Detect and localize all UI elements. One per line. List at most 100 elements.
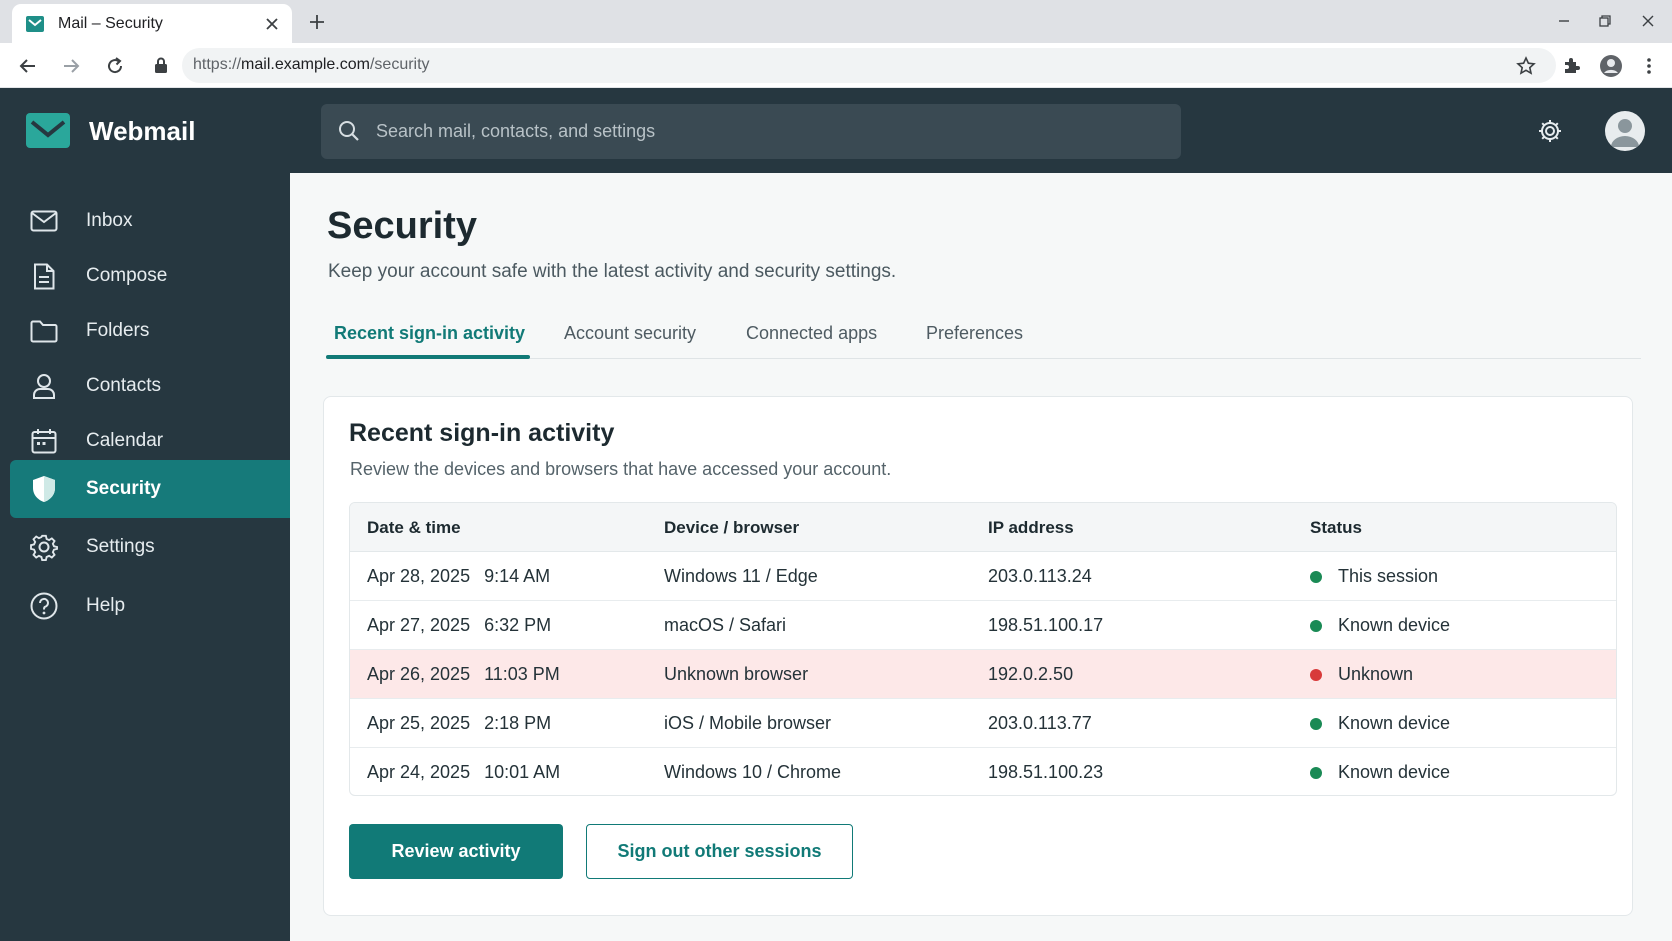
status-dot: [1310, 620, 1322, 632]
cell-ip: 198.51.100.17: [988, 615, 1104, 635]
sidebar-item-label: Inbox: [86, 210, 133, 231]
cell-datetime: Apr 24, 2025 10:01 AM: [367, 762, 561, 782]
column-header-status: Status: [1310, 518, 1362, 537]
restore-icon[interactable]: [1592, 8, 1618, 34]
sidebar-item-label: Compose: [86, 265, 168, 286]
sign-in-table: Date & time Device / browser IP address …: [349, 502, 1617, 796]
tab-connected-apps[interactable]: Connected apps: [746, 323, 877, 344]
tab-account-security[interactable]: Account security: [564, 323, 696, 344]
column-header-device: Device / browser: [664, 518, 800, 537]
browser-toolbar: https://mail.example.com/security: [0, 43, 1672, 88]
status-dot: [1310, 718, 1322, 730]
address-url[interactable]: https://mail.example.com/security: [193, 56, 430, 74]
sidebar-item-contacts[interactable]: Contacts: [10, 357, 290, 415]
column-header-ip: IP address: [988, 518, 1074, 537]
sidebar-item-inbox[interactable]: Inbox: [10, 192, 290, 250]
lock-icon[interactable]: [150, 54, 172, 76]
sidebar-item-label: Calendar: [86, 430, 164, 451]
sidebar-item-settings[interactable]: Settings: [10, 518, 290, 576]
close-tab-icon[interactable]: [262, 14, 282, 34]
sidebar-item-label: Security: [86, 478, 161, 499]
gear-icon: [30, 533, 58, 561]
cell-ip: 203.0.113.77: [988, 713, 1092, 733]
search-icon: [336, 118, 362, 144]
column-header-date: Date & time: [367, 518, 461, 537]
cell-device: iOS / Mobile browser: [664, 713, 832, 733]
cell-status: Known device: [1338, 615, 1451, 635]
card-title: Recent sign-in activity: [349, 419, 615, 447]
sidebar-item-security[interactable]: Security: [10, 460, 290, 518]
search-bar[interactable]: [321, 104, 1181, 159]
cell-ip: 192.0.2.50: [988, 664, 1074, 684]
help-icon: [30, 592, 58, 620]
review-activity-button[interactable]: Review activity: [349, 824, 563, 879]
browser-menu-icon[interactable]: [1634, 51, 1664, 81]
extensions-icon[interactable]: [1556, 51, 1586, 81]
new-tab-icon[interactable]: [304, 9, 330, 35]
calendar-icon: [30, 427, 58, 455]
brand-name[interactable]: Webmail: [89, 116, 195, 147]
address-bar[interactable]: https://mail.example.com/security: [182, 48, 1556, 83]
reload-icon[interactable]: [100, 51, 130, 81]
sidebar-item-compose[interactable]: Compose: [10, 247, 290, 305]
sign-out-other-sessions-button[interactable]: Sign out other sessions: [586, 824, 853, 879]
cell-status: Known device: [1338, 762, 1451, 782]
folder-icon: [30, 317, 58, 345]
cell-status: Unknown: [1338, 664, 1414, 684]
tab-recent-sign-in-activity[interactable]: Recent sign-in activity: [334, 323, 525, 344]
back-icon[interactable]: [13, 51, 43, 81]
sidebar: Inbox Compose Folders Contacts Calendar …: [0, 173, 290, 941]
cell-device: macOS / Safari: [664, 615, 787, 635]
minimize-icon[interactable]: [1551, 8, 1577, 34]
tab-title: Mail – Security: [58, 14, 163, 32]
sidebar-item-label: Contacts: [86, 375, 161, 396]
active-tab-indicator: [326, 355, 530, 359]
close-window-icon[interactable]: [1635, 8, 1661, 34]
bookmark-star-icon[interactable]: [1511, 51, 1541, 81]
sidebar-item-help[interactable]: Help: [10, 577, 290, 635]
tab-preferences[interactable]: Preferences: [926, 323, 1023, 344]
cell-device: Windows 10 / Chrome: [664, 762, 842, 782]
cell-datetime: Apr 27, 2025 6:32 PM: [367, 615, 552, 635]
cell-status: This session: [1338, 566, 1439, 586]
table-row[interactable]: Apr 28, 2025 9:14 AM Windows 11 / Edge 20…: [350, 552, 1616, 601]
forward-icon[interactable]: [56, 51, 86, 81]
cell-device: Unknown browser: [664, 664, 809, 684]
browser-tab[interactable]: Mail – Security: [12, 4, 292, 43]
page-subtitle: Keep your account safe with the latest a…: [328, 261, 897, 282]
status-dot: [1310, 767, 1322, 779]
document-icon: [30, 262, 58, 290]
table-row[interactable]: Apr 25, 2025 2:18 PM iOS / Mobile browser…: [350, 699, 1616, 748]
table-row[interactable]: Apr 26, 2025 11:03 PM Unknown browser 192…: [350, 650, 1616, 699]
card-subtitle: Review the devices and browsers that hav…: [350, 459, 892, 479]
sidebar-item-label: Help: [86, 595, 126, 616]
settings-gear-icon[interactable]: [1534, 115, 1566, 147]
sign-in-activity-card: Recent sign-in activity Review the devic…: [323, 396, 1633, 916]
main-content: Security Keep your account safe with the…: [290, 173, 1672, 941]
cell-datetime: Apr 28, 2025 9:14 AM: [367, 566, 551, 586]
cell-status: Known device: [1338, 713, 1451, 733]
cell-datetime: Apr 25, 2025 2:18 PM: [367, 713, 552, 733]
table-header: Date & time Device / browser IP address …: [350, 503, 1616, 552]
page-title: Security: [327, 205, 477, 247]
app-header: Webmail: [0, 88, 1672, 173]
user-avatar[interactable]: [1605, 111, 1645, 151]
sidebar-item-label: Settings: [86, 536, 155, 557]
sidebar-item-folders[interactable]: Folders: [10, 302, 290, 360]
status-dot: [1310, 571, 1322, 583]
table-row[interactable]: Apr 24, 2025 10:01 AM Windows 10 / Chrome…: [350, 748, 1616, 795]
cell-ip: 203.0.113.24: [988, 566, 1092, 586]
search-input[interactable]: [376, 104, 1166, 159]
browser-tabstrip: Mail – Security: [0, 0, 1672, 43]
profile-icon[interactable]: [1596, 51, 1626, 81]
security-tabs: Recent sign-in activity Account security…: [326, 313, 1641, 359]
status-dot: [1310, 669, 1322, 681]
table-row[interactable]: Apr 27, 2025 6:32 PM macOS / Safari 198.5…: [350, 601, 1616, 650]
cell-datetime: Apr 26, 2025 11:03 PM: [367, 664, 560, 684]
shield-icon: [30, 475, 58, 503]
mail-favicon-icon: [26, 15, 44, 33]
webmail-logo-icon[interactable]: [26, 113, 70, 148]
cell-device: Windows 11 / Edge: [664, 566, 818, 586]
person-icon: [30, 372, 58, 400]
mail-icon: [30, 207, 58, 235]
